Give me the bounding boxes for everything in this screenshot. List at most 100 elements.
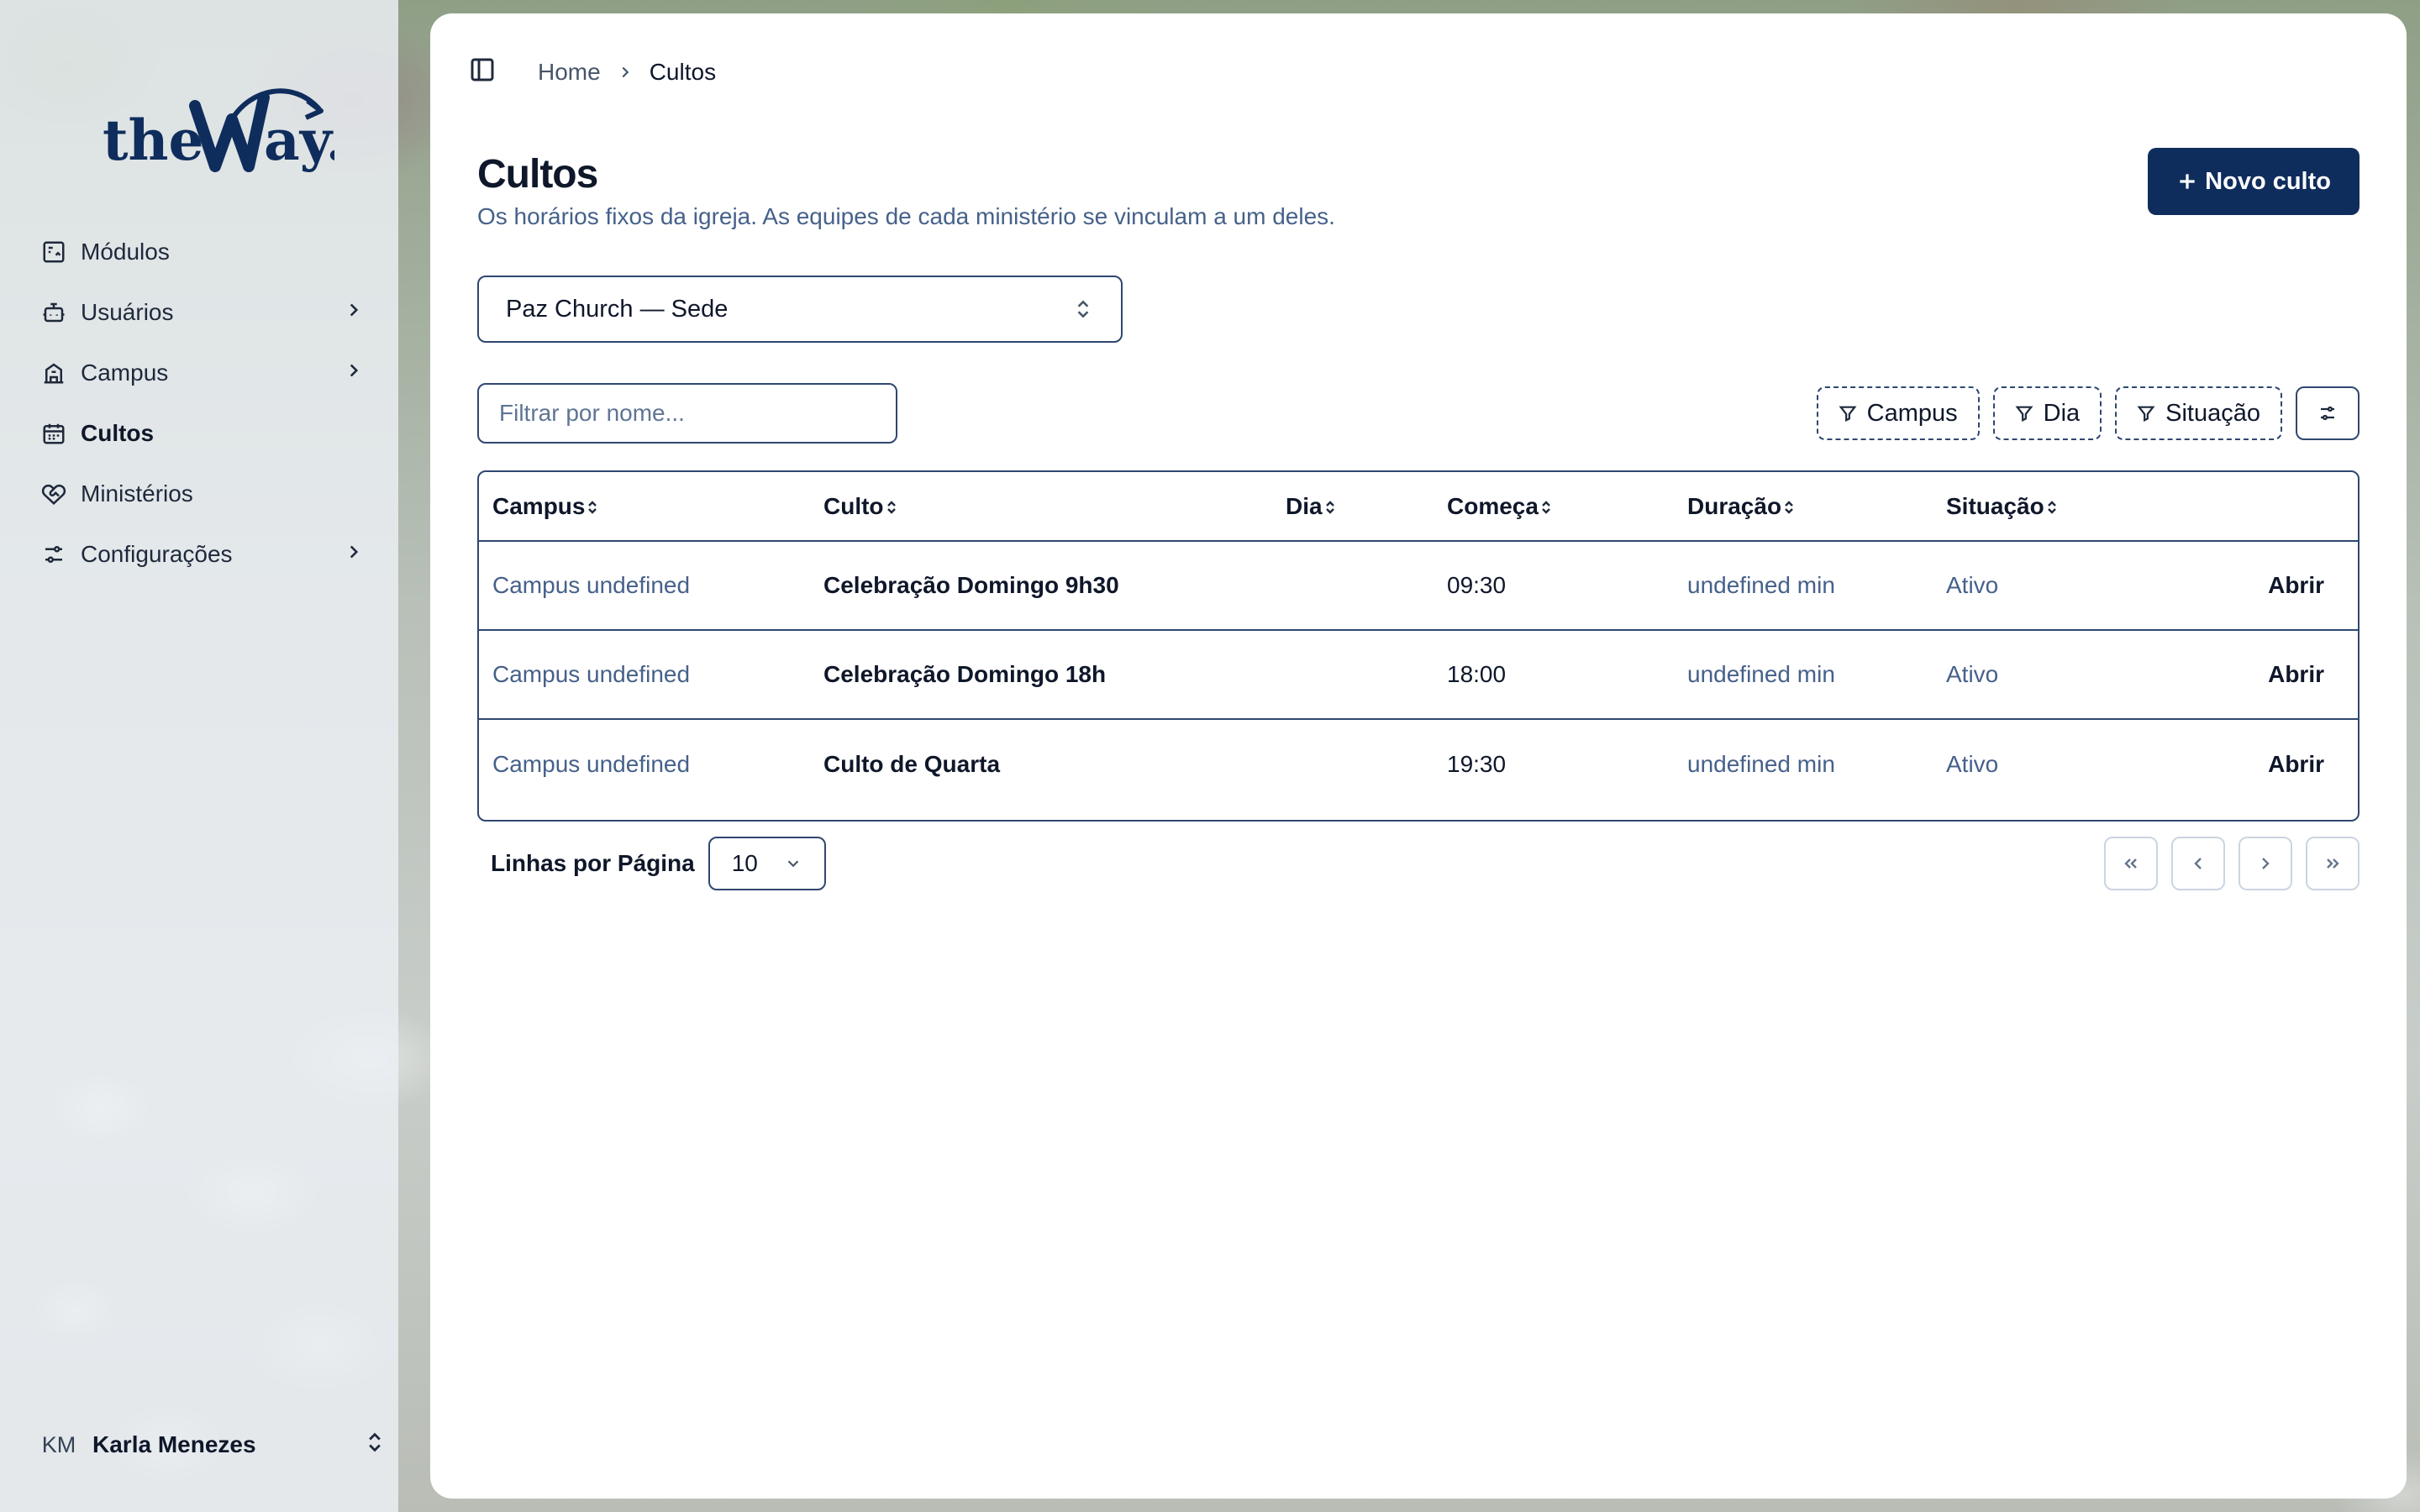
open-button[interactable]: Abrir [2185, 719, 2358, 808]
previous-page-button[interactable] [2171, 837, 2225, 890]
view-options-button[interactable] [2296, 386, 2360, 440]
filter-icon [1839, 406, 1857, 423]
column-header-situacao[interactable]: Situação [1933, 472, 2185, 542]
new-culto-label: Novo culto [2205, 167, 2331, 195]
open-button[interactable]: Abrir [2185, 541, 2358, 631]
cell-situacao: Ativo [1946, 750, 1999, 777]
cell-campus: Campus undefined [479, 541, 810, 631]
facet-situacao-button[interactable]: Situação [2115, 386, 2282, 440]
chevron-right-icon [343, 360, 365, 387]
sidebar-toggle-icon[interactable] [469, 56, 496, 89]
brand-logo[interactable]: the ay. [99, 72, 345, 181]
filter-name-input[interactable] [477, 383, 897, 444]
table-header-row: Campus Culto Dia Começa Duração Situação [479, 472, 2358, 542]
topbar: Home Cultos [469, 52, 716, 92]
cell-comeca: 09:30 [1434, 541, 1674, 631]
facet-label: Situação [2165, 399, 2260, 427]
breadcrumb-home[interactable]: Home [538, 59, 601, 86]
cell-culto: Celebração Domingo 9h30 [810, 541, 1272, 631]
chevron-left-icon [2194, 858, 2202, 869]
church-select-value: Paz Church — Sede [506, 295, 729, 323]
rows-per-page-label: Linhas por Página [491, 850, 695, 876]
cell-dia [1272, 719, 1434, 808]
sidebar-item-label: Cultos [81, 420, 155, 446]
cell-culto: Culto de Quarta [823, 750, 1001, 777]
calendar-icon [40, 420, 67, 447]
sidebar-item-label: Módulos [81, 239, 170, 265]
filter-icon [2015, 406, 2033, 423]
church-select[interactable]: Paz Church — Sede [477, 276, 1123, 343]
sort-icon [1781, 493, 1795, 519]
chevrons-up-down-icon [1077, 300, 1089, 318]
page-buttons [2104, 837, 2360, 890]
rows-per-page-select[interactable]: 10 [708, 837, 826, 890]
sidebar-item-ministerios[interactable]: Ministérios [0, 464, 398, 524]
breadcrumb-current: Cultos [649, 59, 717, 85]
facet-campus-button[interactable]: Campus [1816, 386, 1980, 440]
sort-icon [585, 493, 598, 519]
facet-label: Dia [2043, 399, 2081, 427]
chevrons-left-icon [2124, 858, 2137, 869]
pagination: Linhas por Página 10 [491, 833, 2360, 894]
sidebar-item-campus[interactable]: Campus [0, 343, 398, 403]
new-culto-button[interactable]: Novo culto [2148, 148, 2360, 215]
sort-icon [1323, 493, 1336, 519]
page-subtitle: Os horários fixos da igreja. As equipes … [477, 203, 1335, 229]
next-page-button[interactable] [2238, 837, 2292, 890]
column-header-culto[interactable]: Culto [810, 472, 1272, 542]
cell-culto: Celebração Domingo 18h [810, 630, 1272, 720]
sidebar-item-label: Configurações [81, 541, 233, 567]
cell-duracao: undefined min [1687, 750, 1835, 777]
settings-sliders-icon [2321, 406, 2334, 421]
column-header-campus[interactable]: Campus [479, 472, 810, 542]
table-row[interactable]: Campus undefined Celebração Domingo 18h … [479, 630, 2358, 720]
column-header-dia[interactable]: Dia [1272, 472, 1434, 542]
cell-duracao: undefined min [1674, 541, 1933, 631]
sidebar-item-configuracoes[interactable]: Configurações [0, 524, 398, 585]
sidebar: the ay. Módulos Usuários Campus [0, 0, 398, 1512]
sidebar-nav: Módulos Usuários Campus Cultos Ministéri… [0, 222, 398, 585]
facet-filters: Campus Dia Situação [1816, 386, 2360, 440]
page-title: Cultos [477, 152, 598, 197]
cell-campus: Campus undefined [492, 750, 691, 777]
facet-dia-button[interactable]: Dia [1992, 386, 2102, 440]
cell-situacao: Ativo [1933, 630, 2185, 720]
sort-icon [2044, 493, 2058, 519]
cell-dia [1272, 541, 1434, 631]
svg-text:ay.: ay. [264, 108, 334, 173]
cell-duracao: undefined min [1674, 630, 1933, 720]
plus-icon [2180, 174, 2195, 189]
sidebar-item-modulos[interactable]: Módulos [0, 222, 398, 282]
filter-icon [2137, 406, 2155, 423]
avatar: KM [41, 1431, 76, 1457]
first-page-button[interactable] [2104, 837, 2158, 890]
cell-dia [1272, 630, 1434, 720]
chevron-right-icon [343, 541, 365, 569]
heart-handshake-icon [40, 480, 67, 507]
cell-comeca: 19:30 [1447, 750, 1507, 777]
svg-text:the: the [103, 108, 203, 173]
building-icon [40, 360, 67, 386]
main-panel: Home Cultos Cultos Os horários fixos da … [430, 13, 2407, 1499]
table-row[interactable]: Campus undefined Culto de Quarta 19:30 u… [479, 719, 2358, 808]
cell-situacao: Ativo [1933, 541, 2185, 631]
sidebar-item-cultos[interactable]: Cultos [0, 403, 398, 464]
column-header-duracao[interactable]: Duração [1674, 472, 1933, 542]
user-menu[interactable]: KM Karla Menezes [34, 1420, 387, 1470]
open-button[interactable]: Abrir [2185, 630, 2358, 720]
sidebar-item-usuarios[interactable]: Usuários [0, 282, 398, 343]
chevron-right-icon [343, 299, 365, 327]
table-row[interactable]: Campus undefined Celebração Domingo 9h30… [479, 541, 2358, 631]
facet-label: Campus [1866, 399, 1958, 427]
last-page-button[interactable] [2306, 837, 2360, 890]
sidebar-item-label: Usuários [81, 299, 174, 325]
chevron-right-icon [616, 63, 634, 81]
chevrons-up-down-icon [363, 1431, 387, 1460]
user-name: Karla Menezes [92, 1431, 256, 1457]
sort-icon [884, 493, 897, 519]
cell-campus: Campus undefined [479, 630, 810, 720]
chevrons-right-icon [2327, 858, 2339, 869]
column-header-actions [2185, 472, 2358, 542]
column-header-comeca[interactable]: Começa [1434, 472, 1674, 542]
modules-icon [40, 239, 67, 265]
